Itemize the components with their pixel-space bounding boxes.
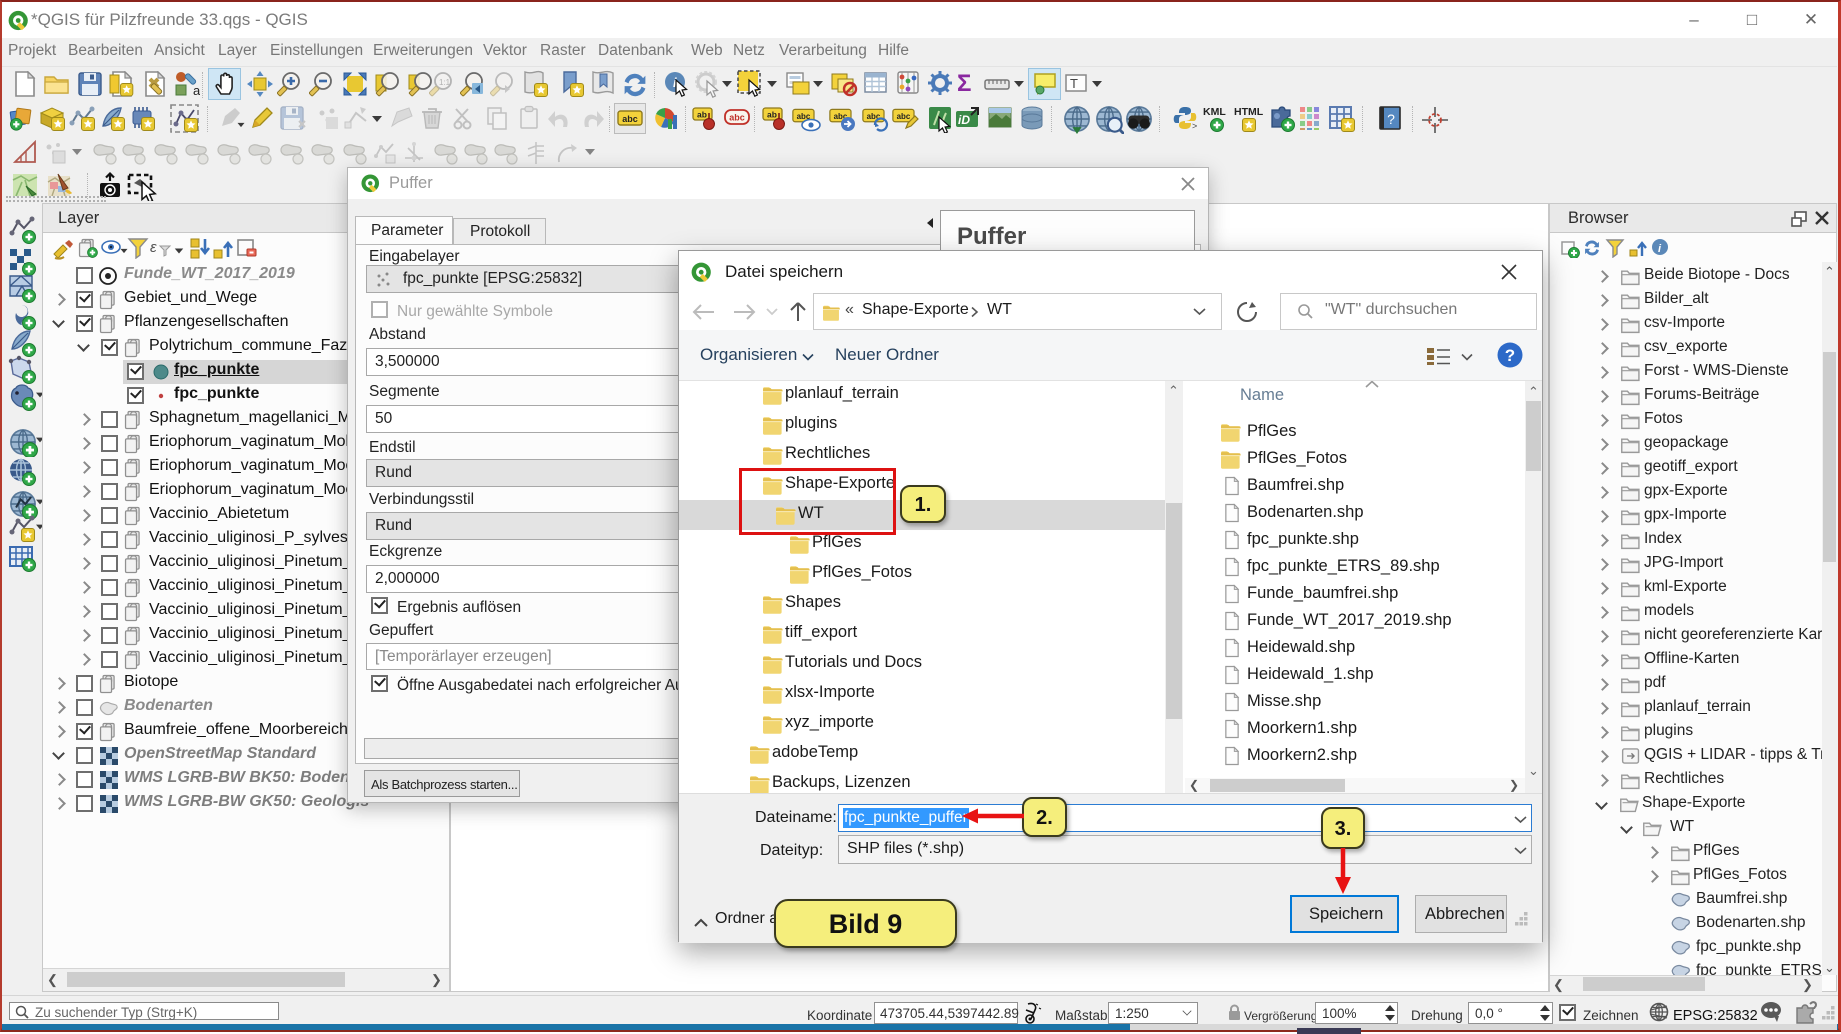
svg-text:>: > (1192, 121, 1197, 131)
svg-text:?: ? (1387, 111, 1395, 127)
svg-text:1:1: 1:1 (439, 78, 451, 87)
svg-text:Σ: Σ (957, 70, 971, 97)
svg-text:abc: abc (729, 113, 745, 123)
svg-text:iD: iD (958, 113, 970, 127)
svg-text:ab: ab (697, 110, 707, 120)
svg-text:HTML: HTML (1234, 106, 1264, 118)
svg-text:T: T (1070, 76, 1078, 91)
svg-text:?: ? (1505, 346, 1515, 365)
svg-text:ε: ε (150, 239, 157, 256)
svg-text:KML: KML (1203, 106, 1226, 118)
svg-text:a: a (193, 83, 200, 97)
svg-text:ab: ab (767, 110, 777, 120)
